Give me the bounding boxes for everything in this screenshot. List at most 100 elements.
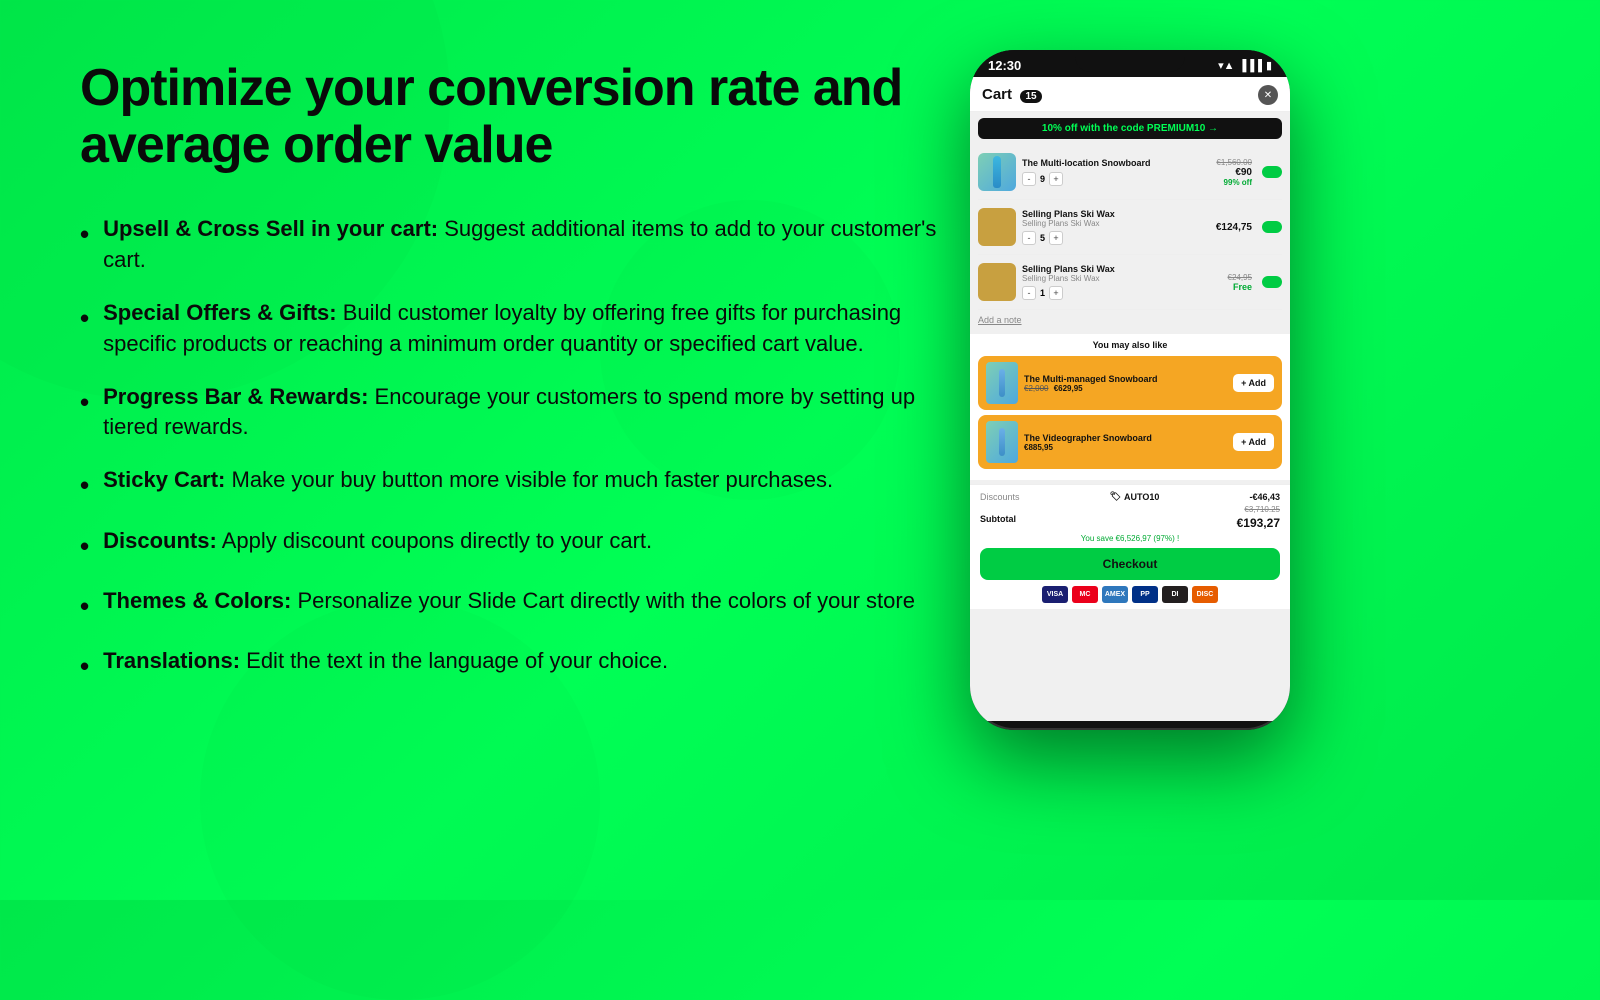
upsell-item-1: The Multi-managed Snowboard €2,000 €629,… (978, 356, 1282, 410)
cart-title-area: Cart 15 (982, 86, 1042, 104)
phone-screen: Cart 15 ✕ 10% off with the code PREMIUM1… (970, 77, 1290, 721)
bullet-translations: • (80, 648, 89, 684)
discount-tag-icon: 🏷 (1110, 491, 1121, 502)
checkout-button[interactable]: Checkout (980, 548, 1280, 580)
qty-decrease-3[interactable]: - (1022, 286, 1036, 300)
feature-item-discounts: • Discounts: Apply discount coupons dire… (80, 526, 940, 564)
cart-item-1: The Multi-location Snowboard - 9 + €1,56… (978, 145, 1282, 200)
feature-item-themes: • Themes & Colors: Personalize your Slid… (80, 586, 940, 624)
feature-bold-upsell: Upsell & Cross Sell in your cart: (103, 216, 438, 241)
upsell-snowboard-2 (999, 428, 1005, 456)
feature-item-progress: • Progress Bar & Rewards: Encourage your… (80, 382, 940, 444)
subtotal-row: Subtotal €3,710.25 €193,27 (980, 505, 1280, 532)
wifi-icon: ▾▲ (1218, 59, 1234, 72)
item-old-price-1: €1,560.00 (1216, 158, 1252, 167)
feature-bold-gifts: Special Offers & Gifts: (103, 300, 337, 325)
page-title: Optimize your conversion rate and averag… (80, 60, 940, 174)
cart-item-3: Selling Plans Ski Wax Selling Plans Ski … (978, 255, 1282, 310)
qty-value-1: 9 (1040, 174, 1045, 184)
item-image-1 (978, 153, 1016, 191)
upsell-add-button-1[interactable]: + Add (1233, 374, 1274, 392)
cart-label: Cart (982, 86, 1012, 103)
feature-bold-discounts: Discounts: (103, 528, 217, 553)
item-toggle-2[interactable] (1262, 221, 1282, 233)
diners-icon: DI (1162, 586, 1188, 603)
feature-item-upsell: • Upsell & Cross Sell in your cart: Sugg… (80, 214, 940, 276)
cart-footer: Discounts 🏷 AUTO10 -€46,43 Subtotal €3,7… (970, 484, 1290, 609)
item-toggle-3[interactable] (1262, 276, 1282, 288)
subtotal-old: €3,710.25 (1237, 505, 1280, 514)
upsell-add-button-2[interactable]: + Add (1233, 433, 1274, 451)
mastercard-icon: MC (1072, 586, 1098, 603)
feature-text-sticky: Sticky Cart: Make your buy button more v… (103, 465, 833, 496)
upsell-image-2 (986, 421, 1018, 463)
qty-decrease-1[interactable]: - (1022, 172, 1036, 186)
discount-row: Discounts 🏷 AUTO10 -€46,43 (980, 491, 1280, 502)
upsell-title: You may also like (978, 340, 1282, 350)
upsell-details-1: The Multi-managed Snowboard €2,000 €629,… (1024, 374, 1227, 393)
feature-text-translations: Translations: Edit the text in the langu… (103, 646, 668, 677)
upsell-price-2: €885,95 (1024, 443, 1053, 452)
discount-label: Discounts (980, 492, 1020, 502)
cart-header: Cart 15 ✕ (970, 77, 1290, 112)
subtotal-label: Subtotal (980, 514, 1016, 524)
item-new-price-1: €90 (1216, 167, 1252, 178)
feature-text-themes: Themes & Colors: Personalize your Slide … (103, 586, 915, 617)
item-details-1: The Multi-location Snowboard - 9 + (1022, 158, 1210, 186)
discount-code: 🏷 AUTO10 (1110, 491, 1160, 502)
bullet-discounts: • (80, 528, 89, 564)
subtotal-new: €193,27 (1237, 516, 1280, 530)
cart-close-button[interactable]: ✕ (1258, 85, 1278, 105)
upsell-section: You may also like The Multi-managed Snow… (970, 334, 1290, 480)
upsell-old-price-1: €2,000 (1024, 384, 1048, 393)
discount-code-value: AUTO10 (1124, 492, 1159, 502)
item-image-3 (978, 263, 1016, 301)
bullet-gifts: • (80, 300, 89, 336)
feature-bold-translations: Translations: (103, 648, 240, 673)
bullet-progress: • (80, 384, 89, 420)
phone-notch (1075, 50, 1185, 72)
features-list: • Upsell & Cross Sell in your cart: Sugg… (80, 214, 940, 684)
add-note-link[interactable]: Add a note (970, 310, 1290, 330)
feature-text-upsell: Upsell & Cross Sell in your cart: Sugges… (103, 214, 940, 276)
feature-item-translations: • Translations: Edit the text in the lan… (80, 646, 940, 684)
upsell-name-2: The Videographer Snowboard (1024, 433, 1227, 443)
upsell-image-1 (986, 362, 1018, 404)
bullet-themes: • (80, 588, 89, 624)
item-image-2 (978, 208, 1016, 246)
subtotal-values: €3,710.25 €193,27 (1237, 505, 1280, 532)
item-price-1: €1,560.00 €90 99% off (1216, 158, 1252, 187)
feature-text-progress: Progress Bar & Rewards: Encourage your c… (103, 382, 940, 444)
cart-count-badge: 15 (1020, 90, 1041, 103)
item-sub-2: Selling Plans Ski Wax (1022, 219, 1210, 228)
item-toggle-1[interactable] (1262, 166, 1282, 178)
qty-increase-2[interactable]: + (1049, 231, 1063, 245)
left-section: Optimize your conversion rate and averag… (80, 50, 940, 685)
phone-status-icons: ▾▲ ▐▐▐ ▮ (1218, 59, 1272, 72)
snowboard-icon-1 (993, 156, 1001, 188)
item-qty-3: - 1 + (1022, 286, 1222, 300)
upsell-prices-1: €2,000 €629,95 (1024, 384, 1227, 393)
upsell-name-1: The Multi-managed Snowboard (1024, 374, 1227, 384)
qty-increase-1[interactable]: + (1049, 172, 1063, 186)
item-new-price-2: €124,75 (1216, 222, 1252, 233)
right-section: 12:30 ▾▲ ▐▐▐ ▮ Cart 15 ✕ 10% (940, 50, 1320, 730)
feature-text-gifts: Special Offers & Gifts: Build customer l… (103, 298, 940, 360)
promo-banner[interactable]: 10% off with the code PREMIUM10 → (978, 118, 1282, 139)
item-qty-2: - 5 + (1022, 231, 1210, 245)
signal-icon: ▐▐▐ (1239, 60, 1262, 72)
item-discount-1: 99% off (1216, 178, 1252, 187)
battery-icon: ▮ (1266, 59, 1272, 72)
feature-bold-themes: Themes & Colors: (103, 588, 291, 613)
item-price-2: €124,75 (1216, 222, 1252, 233)
item-old-price-3: €24,95 (1228, 273, 1252, 282)
upsell-prices-2: €885,95 (1024, 443, 1227, 452)
item-sub-3: Selling Plans Ski Wax (1022, 274, 1222, 283)
qty-decrease-2[interactable]: - (1022, 231, 1036, 245)
feature-bold-progress: Progress Bar & Rewards: (103, 384, 368, 409)
qty-increase-3[interactable]: + (1049, 286, 1063, 300)
phone-time: 12:30 (988, 58, 1021, 73)
item-name-3: Selling Plans Ski Wax (1022, 264, 1222, 275)
payment-icons-row: VISA MC AMEX PP DI DISC (980, 586, 1280, 603)
savings-text: You save €6,526,97 (97%) ! (980, 534, 1280, 543)
